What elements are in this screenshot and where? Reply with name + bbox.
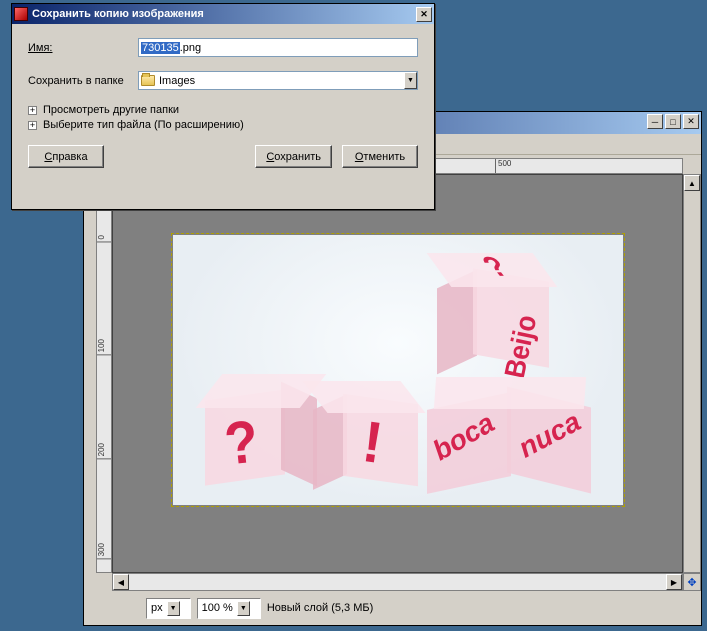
scroll-track[interactable] [129, 574, 666, 590]
folder-label: Сохранить в папке [28, 75, 138, 87]
status-bar: px ▼ 100 % ▼ Новый слой (5,3 МБ) [84, 591, 701, 625]
ruler-tick: 300 [97, 543, 111, 559]
expander-browse[interactable]: + Просмотреть другие папки [28, 104, 418, 116]
name-label: Имя: [28, 42, 138, 54]
dropdown-arrow-icon[interactable]: ▼ [167, 601, 180, 616]
unit-value: px [151, 602, 163, 614]
ruler-vertical[interactable]: 0 100 200 300 [96, 174, 112, 573]
filename-ext: .png [180, 42, 201, 54]
dialog-body: Имя: 730135.png Сохранить в папке Images… [12, 24, 434, 174]
dropdown-arrow-icon[interactable]: ▼ [237, 601, 250, 616]
dialog-titlebar[interactable]: Сохранить копию изображения ✕ [12, 4, 434, 24]
dialog-title: Сохранить копию изображения [32, 8, 414, 20]
folder-value: Images [159, 75, 404, 87]
ruler-tick: 500 [495, 159, 511, 173]
filename-input[interactable]: 730135.png [138, 38, 418, 57]
dialog-close-button[interactable]: ✕ [416, 7, 432, 22]
dropdown-arrow-icon[interactable]: ▼ [404, 72, 417, 89]
filename-selected: 730135 [141, 42, 180, 54]
folder-combo[interactable]: Images ▼ [138, 71, 418, 90]
label-text: Имя: [28, 42, 52, 54]
ruler-tick: 200 [97, 443, 111, 459]
image-canvas[interactable]: ? ! ? Beijo [173, 235, 623, 505]
navigation-icon[interactable]: ✥ [683, 573, 701, 591]
expander-label: Просмотреть другие папки [43, 104, 179, 116]
expand-icon: + [28, 121, 37, 130]
scroll-left-button[interactable]: ◀ [113, 574, 129, 590]
help-button[interactable]: Справка [28, 145, 104, 168]
ruler-tick: 100 [97, 339, 111, 355]
dice-face-q: ? [221, 406, 261, 478]
layer-status: Новый слой (5,3 МБ) [267, 602, 373, 614]
expander-filetype[interactable]: + Выберите тип файла (По расширению) [28, 119, 418, 131]
dialog-button-row: Справка Сохранить Отменить [28, 145, 418, 168]
expander-label: Выберите тип файла (По расширению) [43, 119, 244, 131]
app-icon [14, 7, 28, 21]
save-button[interactable]: Сохранить [255, 145, 332, 168]
canvas-content: ? ! ? Beijo [173, 235, 623, 505]
expand-icon: + [28, 106, 37, 115]
scrollbar-vertical[interactable]: ▲ [683, 174, 701, 573]
btn-label: правка [52, 151, 87, 163]
minimize-button[interactable]: ─ [647, 114, 663, 129]
ruler-tick: 0 [97, 235, 111, 242]
folder-icon [141, 75, 155, 86]
close-button[interactable]: ✕ [683, 114, 699, 129]
canvas-viewport[interactable]: ? ! ? Beijo [112, 174, 683, 573]
scroll-right-button[interactable]: ▶ [666, 574, 682, 590]
cancel-button[interactable]: Отменить [342, 145, 418, 168]
zoom-selector[interactable]: 100 % ▼ [197, 598, 261, 619]
zoom-value: 100 % [202, 602, 233, 614]
maximize-button[interactable]: □ [665, 114, 681, 129]
btn-label: охранить [274, 151, 321, 163]
scroll-up-button[interactable]: ▲ [684, 175, 700, 191]
scrollbar-horizontal[interactable]: ◀ ▶ [112, 573, 683, 591]
unit-selector[interactable]: px ▼ [146, 598, 191, 619]
btn-label: тменить [363, 151, 405, 163]
save-dialog: Сохранить копию изображения ✕ Имя: 73013… [11, 3, 435, 210]
